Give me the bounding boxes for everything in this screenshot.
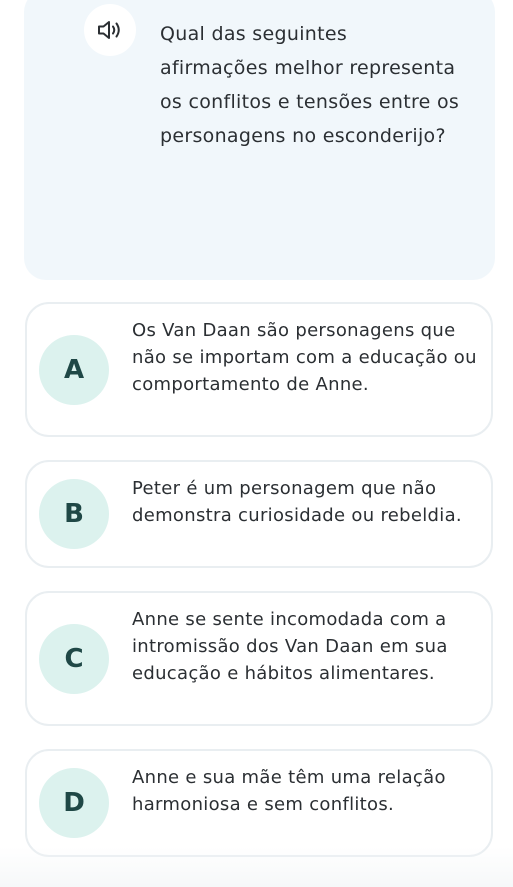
option-text: Peter é um personagem que não demonstra … (132, 478, 462, 526)
option-letter-badge: B (39, 479, 109, 549)
answer-option-d[interactable]: D Anne e sua mãe têm uma relação harmoni… (25, 749, 493, 857)
quiz-page: Qual das seguintes afirmações melhor rep… (0, 0, 513, 887)
question-text: Qual das seguintes afirmações melhor rep… (160, 23, 460, 147)
audio-button[interactable] (84, 4, 136, 56)
option-letter-badge: A (39, 335, 109, 405)
option-text: Anne se sente incomodada com a intromiss… (132, 609, 448, 684)
option-text: Anne e sua mãe têm uma relação harmonios… (132, 767, 446, 815)
option-letter-badge: D (39, 768, 109, 838)
option-text: Os Van Daan são personagens que não se i… (132, 320, 477, 395)
speaker-icon (98, 21, 120, 39)
answer-option-c[interactable]: C Anne se sente incomodada com a intromi… (25, 591, 493, 726)
answer-option-b[interactable]: B Peter é um personagem que não demonstr… (25, 460, 493, 568)
question-card: Qual das seguintes afirmações melhor rep… (24, 0, 495, 280)
answer-option-a[interactable]: A Os Van Daan são personagens que não se… (25, 302, 493, 437)
option-letter-badge: C (39, 624, 109, 694)
